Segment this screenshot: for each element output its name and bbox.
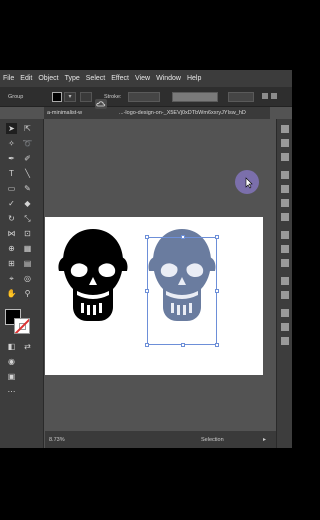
fill-color-swatch[interactable] (52, 92, 62, 102)
paintbrush-tool-icon[interactable]: ✎ (22, 183, 33, 194)
selection-bounding-box[interactable] (145, 235, 219, 347)
document-tab[interactable]: a-minimalist-w ...-logo-design-on-_X5EVj… (44, 107, 270, 119)
curvature-tool-icon[interactable]: ✐ (22, 153, 33, 164)
menu-select[interactable]: Select (86, 75, 105, 82)
menu-help[interactable]: Help (187, 75, 201, 82)
resize-handle[interactable] (215, 235, 219, 239)
width-tool-icon[interactable]: ⋈ (6, 228, 17, 239)
scale-tool-icon[interactable]: ⤡ (22, 213, 33, 224)
cursor-highlight (235, 170, 259, 194)
tool-mode-label: Selection (201, 437, 224, 443)
type-tool-icon[interactable]: T (6, 168, 17, 179)
menu-edit[interactable]: Edit (20, 75, 32, 82)
zoom-level[interactable]: 8.73% (49, 437, 65, 443)
mesh-tool-icon[interactable]: ⊞ (6, 258, 17, 269)
illustrator-window: File Edit Object Type Select Effect View… (0, 70, 292, 448)
pathfinder-panel-icon[interactable] (281, 323, 289, 331)
stroke-color-swatch[interactable] (80, 92, 92, 102)
align-panel-icon[interactable] (281, 309, 289, 317)
menu-bar: File Edit Object Type Select Effect View… (0, 70, 292, 87)
selection-type-label: Group (8, 94, 24, 100)
fill-dropdown[interactable]: ▾ (64, 92, 76, 102)
panel-dock (276, 119, 292, 448)
canvas-area[interactable] (45, 119, 276, 431)
transform-panel-icon[interactable] (281, 337, 289, 345)
swatches-panel-icon[interactable] (281, 185, 289, 193)
artboard[interactable] (45, 217, 263, 375)
screen-mode-icon[interactable]: ▣ (6, 371, 17, 382)
gradient-panel-icon[interactable] (281, 245, 289, 253)
default-colors-icon[interactable]: ◧ (6, 341, 17, 352)
document-title-rest: ...-logo-design-on-_X5EVj0xDTbWm6xxryJYI… (119, 110, 246, 116)
control-bar: Group ▾ Stroke: (0, 87, 292, 107)
menu-type[interactable]: Type (65, 75, 80, 82)
symbols-panel-icon[interactable] (281, 213, 289, 221)
shaper-tool-icon[interactable]: ✓ (6, 198, 17, 209)
variable-width-profile[interactable] (172, 92, 218, 102)
draw-mode-icon[interactable]: ◉ (6, 356, 17, 367)
pointer-icon (245, 177, 253, 189)
control-bar-icons (262, 93, 277, 99)
cloud-icon[interactable] (95, 99, 107, 109)
brushes-panel-icon[interactable] (281, 199, 289, 207)
shape-builder-tool-icon[interactable]: ⊕ (6, 243, 17, 254)
status-bar: 8.73% Selection ▸ (45, 431, 276, 448)
selection-tool-icon[interactable]: ➤ (6, 123, 17, 134)
align-icon[interactable] (262, 93, 268, 99)
blend-tool-icon[interactable]: ◎ (22, 273, 33, 284)
black-skull-logo[interactable] (58, 229, 128, 321)
transparency-panel-icon[interactable] (281, 259, 289, 267)
graphic-styles-panel-icon[interactable] (281, 291, 289, 299)
direct-selection-tool-icon[interactable]: ⇱ (22, 123, 33, 134)
free-transform-tool-icon[interactable]: ⊡ (22, 228, 33, 239)
pen-tool-icon[interactable]: ✒ (6, 153, 17, 164)
rotate-tool-icon[interactable]: ↻ (6, 213, 17, 224)
zoom-tool-icon[interactable]: ⚲ (22, 288, 33, 299)
document-title-start: a-minimalist-w (47, 110, 83, 116)
tools-panel: ➤ ⇱ ✧ ➰ ✒ ✐ T ╲ ▭ ✎ ✓ ◆ ↻ ⤡ ⋈ ⊡ ⊕ ▦ ⊞ ▤ … (0, 119, 44, 448)
libraries-panel-icon[interactable] (281, 153, 289, 161)
properties-panel-icon[interactable] (281, 125, 289, 133)
resize-handle[interactable] (215, 289, 219, 293)
resize-handle[interactable] (145, 289, 149, 293)
line-tool-icon[interactable]: ╲ (22, 168, 33, 179)
transform-icon[interactable] (271, 93, 277, 99)
gradient-tool-icon[interactable]: ▤ (22, 258, 33, 269)
stroke-swatch[interactable] (14, 318, 30, 334)
stroke-weight-field[interactable] (128, 92, 160, 102)
menu-window[interactable]: Window (156, 75, 181, 82)
stroke-panel-icon[interactable] (281, 231, 289, 239)
perspective-grid-tool-icon[interactable]: ▦ (22, 243, 33, 254)
eraser-tool-icon[interactable]: ◆ (22, 198, 33, 209)
layers-panel-icon[interactable] (281, 139, 289, 147)
lasso-tool-icon[interactable]: ➰ (22, 138, 33, 149)
menu-view[interactable]: View (135, 75, 150, 82)
eyedropper-tool-icon[interactable]: ⌖ (6, 273, 17, 284)
resize-handle[interactable] (181, 235, 185, 239)
menu-effect[interactable]: Effect (111, 75, 129, 82)
swap-colors-icon[interactable]: ⇄ (22, 341, 33, 352)
edit-toolbar-icon[interactable]: ⋯ (6, 386, 17, 397)
resize-handle[interactable] (215, 343, 219, 347)
appearance-panel-icon[interactable] (281, 277, 289, 285)
status-menu-icon[interactable]: ▸ (263, 436, 266, 443)
hand-tool-icon[interactable]: ✋ (6, 288, 17, 299)
menu-object[interactable]: Object (38, 75, 58, 82)
menu-file[interactable]: File (3, 75, 14, 82)
color-panel-icon[interactable] (281, 171, 289, 179)
rectangle-tool-icon[interactable]: ▭ (6, 183, 17, 194)
resize-handle[interactable] (145, 235, 149, 239)
resize-handle[interactable] (145, 343, 149, 347)
magic-wand-tool-icon[interactable]: ✧ (6, 138, 17, 149)
resize-handle[interactable] (181, 343, 185, 347)
brush-definition[interactable] (228, 92, 254, 102)
